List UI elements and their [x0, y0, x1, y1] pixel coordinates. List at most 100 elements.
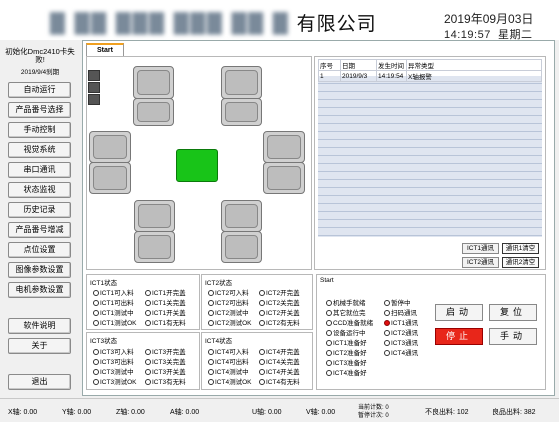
ict3-status-title: ICT3状态 — [90, 338, 118, 345]
nav-about-button[interactable]: 关于 — [8, 338, 71, 354]
status-indicator: ICT3开关盖 — [145, 366, 186, 376]
radio-dot-icon — [145, 359, 151, 365]
radio-dot-icon — [259, 369, 265, 375]
radio-dot-icon — [145, 320, 151, 326]
radio-dot-icon — [93, 359, 99, 365]
station-block — [134, 231, 175, 263]
table-row[interactable]: 1 2019/9/3 14:19:54 X轴报警 — [318, 70, 542, 82]
status-indicator: ICT2测试中 — [208, 307, 249, 317]
status-indicator: ICT2开关盖 — [259, 307, 300, 317]
manual-button[interactable]: 手动 — [489, 328, 537, 345]
status-indicator: 其它就位完 — [326, 307, 366, 317]
status-indicator: 扫码通讯 — [384, 307, 417, 317]
status-indicator: ICT1准备好 — [326, 337, 367, 347]
radio-dot-icon — [93, 349, 99, 355]
active-station-block — [176, 149, 218, 182]
radio-dot-icon — [208, 359, 214, 365]
status-indicator: ICT1测试OK — [93, 317, 136, 327]
station-block — [221, 231, 262, 263]
radio-dot-icon — [145, 290, 151, 296]
radio-dot-icon — [93, 369, 99, 375]
radio-dot-icon — [326, 360, 332, 366]
radio-dot-icon — [208, 290, 214, 296]
nav-product-select-button[interactable]: 产品番号选择 — [8, 102, 71, 118]
station-block — [89, 162, 131, 194]
table-cell: 2019/9/3 — [340, 70, 377, 82]
radio-dot-icon — [326, 350, 332, 356]
ict2-status-title: ICT2状态 — [205, 280, 233, 287]
radio-dot-icon — [93, 320, 99, 326]
status-indicator: ICT1测试中 — [93, 307, 134, 317]
status-indicator: ICT4测试中 — [208, 366, 249, 376]
station-block — [221, 200, 262, 232]
status-indicator: ICT4通讯 — [384, 347, 418, 357]
status-indicator: ICT2可出料 — [208, 297, 249, 307]
radio-dot-icon — [259, 359, 265, 365]
radio-dot-icon — [259, 290, 265, 296]
radio-dot-icon — [145, 349, 151, 355]
station-block — [263, 162, 305, 194]
nav-history-button[interactable]: 历史记录 — [8, 202, 71, 218]
nav-manual-control-button[interactable]: 手动控制 — [8, 122, 71, 138]
radio-dot-icon — [384, 330, 390, 336]
status-indicator: ICT2通讯 — [384, 327, 418, 337]
nav-status-monitor-button[interactable]: 状态监视 — [8, 182, 71, 198]
radio-dot-icon — [259, 349, 265, 355]
status-indicator: ICT1关完盖 — [145, 297, 186, 307]
status-indicator: CCD准备就绪 — [326, 317, 373, 327]
station-block — [221, 98, 262, 126]
init-date: 2019/9/4刹期 — [20, 69, 60, 76]
radio-dot-icon — [259, 320, 265, 326]
status-bar: X轴: 0.00 Y轴: 0.00 Z轴: 0.00 A轴: 0.00 U轴: … — [0, 398, 559, 422]
radio-dot-icon — [259, 300, 265, 306]
status-indicator: ICT2有无料 — [259, 317, 300, 327]
nav-serial-button[interactable]: 串口通讯 — [8, 162, 71, 178]
alarm-table: 序号 日期 发生时间 异常类型 1 2019/9/3 14:19:54 X轴报警 — [318, 59, 542, 82]
radio-dot-icon — [93, 290, 99, 296]
station-block — [134, 200, 175, 232]
ict4-status-title: ICT4状态 — [205, 338, 233, 345]
radio-dot-icon — [93, 310, 99, 316]
stop-button[interactable]: 停止 — [435, 328, 483, 345]
column-header: 序号 — [318, 59, 341, 71]
status-indicator: ICT1有无料 — [145, 317, 186, 327]
ict2-comm-button[interactable]: ICT2通讯 — [462, 257, 499, 268]
radio-dot-icon — [145, 310, 151, 316]
indicator-block — [88, 82, 100, 93]
nav-software-help-button[interactable]: 软件说明 — [8, 318, 71, 334]
radio-dot-icon — [384, 300, 390, 306]
station-block — [221, 66, 262, 99]
comm2-clear-button[interactable]: 通讯2清空 — [502, 257, 539, 268]
status-indicator: 暂停中 — [384, 297, 411, 307]
init-error-message: 初始化Dmc2410卡失败! — [5, 47, 75, 64]
table-cell: X轴报警 — [406, 70, 542, 82]
nav-exit-button[interactable]: 退出 — [8, 374, 71, 390]
ict1-status-title: ICT1状态 — [90, 280, 118, 287]
nav-image-params-button[interactable]: 图像参数设置 — [8, 262, 71, 278]
nav-product-edit-button[interactable]: 产品番号增减 — [8, 222, 71, 238]
reset-button[interactable]: 复位 — [489, 304, 537, 321]
status-indicator: ICT4可出料 — [208, 356, 249, 366]
nav-motor-params-button[interactable]: 电机参数设置 — [8, 282, 71, 298]
nav-auto-run-button[interactable]: 自动运行 — [8, 82, 71, 98]
tab-start[interactable]: Start — [86, 43, 124, 56]
status-indicator: ICT1开完盖 — [145, 287, 186, 297]
radio-dot-icon — [326, 310, 332, 316]
status-indicator: ICT3可出料 — [93, 356, 134, 366]
ict1-comm-button[interactable]: ICT1通讯 — [462, 243, 499, 254]
radio-dot-icon — [326, 320, 332, 326]
status-indicator: ICT1可出料 — [93, 297, 134, 307]
column-header: 日期 — [340, 59, 377, 71]
start-button[interactable]: 启动 — [435, 304, 483, 321]
status-indicator: ICT2关完盖 — [259, 297, 300, 307]
comm1-clear-button[interactable]: 通讯1清空 — [502, 243, 539, 254]
nav-point-settings-button[interactable]: 点位设置 — [8, 242, 71, 258]
column-header: 发生时间 — [376, 59, 407, 71]
indicator-block — [88, 70, 100, 81]
ng-output-count: 不良出料: 102 — [425, 409, 469, 416]
status-indicator: ICT4关完盖 — [259, 356, 300, 366]
v-axis-readout: V轴: 0.00 — [306, 409, 336, 416]
radio-dot-icon — [145, 300, 151, 306]
nav-vision-button[interactable]: 视觉系统 — [8, 142, 71, 158]
table-cell: 14:19:54 — [376, 70, 407, 82]
